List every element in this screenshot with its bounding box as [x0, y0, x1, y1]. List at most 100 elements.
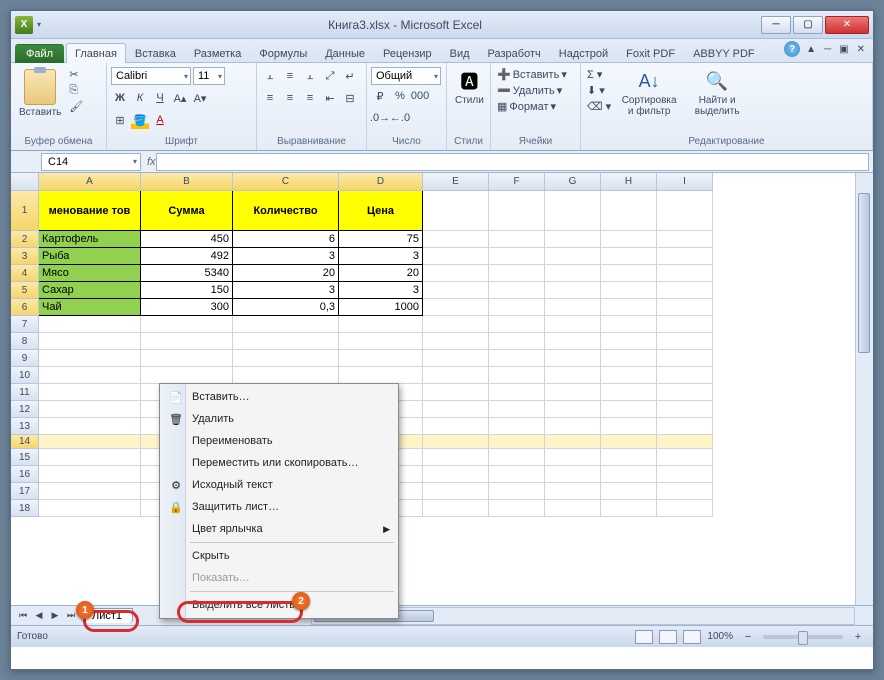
tab-addins[interactable]: Надстрой [550, 43, 617, 63]
row-header-10[interactable]: 10 [11, 367, 39, 384]
col-header-E[interactable]: E [423, 173, 489, 191]
cell[interactable]: 20 [339, 265, 423, 282]
cell[interactable] [141, 350, 233, 367]
format-painter-button[interactable]: 🖌 [67, 99, 85, 114]
cell[interactable]: 20 [233, 265, 339, 282]
font-name-combo[interactable]: Calibri [111, 67, 191, 85]
cell[interactable] [39, 367, 141, 384]
cell[interactable] [489, 384, 545, 401]
cell[interactable] [39, 401, 141, 418]
menu-protect[interactable]: 🔒Защитить лист… [162, 496, 396, 518]
row-header-2[interactable]: 2 [11, 231, 39, 248]
cell[interactable]: Цена [339, 191, 423, 231]
cell[interactable] [39, 483, 141, 500]
cell[interactable] [545, 299, 601, 316]
row-header-12[interactable]: 12 [11, 401, 39, 418]
cell[interactable] [39, 435, 141, 449]
row-header-7[interactable]: 7 [11, 316, 39, 333]
qat-dropdown[interactable]: ▾ [37, 20, 41, 29]
cell[interactable] [601, 449, 657, 466]
zoom-out-button[interactable]: − [739, 628, 757, 646]
cell[interactable] [233, 333, 339, 350]
row-header-14[interactable]: 14 [11, 435, 39, 449]
cell[interactable]: 5340 [141, 265, 233, 282]
cell[interactable] [601, 418, 657, 435]
cell[interactable] [601, 248, 657, 265]
font-color-button[interactable]: A [151, 111, 169, 129]
cell[interactable] [657, 299, 713, 316]
cell[interactable]: Сумма [141, 191, 233, 231]
cell[interactable] [339, 367, 423, 384]
cell[interactable] [489, 449, 545, 466]
doc-restore-icon[interactable]: ▣ [837, 42, 850, 57]
cell[interactable] [657, 435, 713, 449]
col-header-G[interactable]: G [545, 173, 601, 191]
cell[interactable] [489, 367, 545, 384]
clear-button[interactable]: ⌫ ▾ [585, 99, 613, 114]
cell[interactable] [141, 367, 233, 384]
view-pagebreak-button[interactable] [683, 630, 701, 644]
col-header-F[interactable]: F [489, 173, 545, 191]
cell[interactable] [489, 248, 545, 265]
col-header-B[interactable]: B [141, 173, 233, 191]
cell[interactable] [545, 449, 601, 466]
cell[interactable] [423, 435, 489, 449]
cell[interactable] [601, 316, 657, 333]
formula-input[interactable] [156, 153, 869, 171]
cell[interactable] [657, 418, 713, 435]
border-button[interactable]: ⊞ [111, 111, 129, 129]
tab-data[interactable]: Данные [316, 43, 374, 63]
cell[interactable] [423, 299, 489, 316]
close-button[interactable]: ✕ [825, 16, 869, 34]
cell[interactable] [489, 231, 545, 248]
sheet-nav-next[interactable]: ▶ [47, 608, 63, 624]
zoom-in-button[interactable]: + [849, 628, 867, 646]
cell[interactable]: Сахар [39, 282, 141, 299]
doc-close-icon[interactable]: ✕ [855, 42, 867, 57]
col-header-C[interactable]: C [233, 173, 339, 191]
row-header-18[interactable]: 18 [11, 500, 39, 517]
col-header-D[interactable]: D [339, 173, 423, 191]
col-header-A[interactable]: A [39, 173, 141, 191]
tab-foxit[interactable]: Foxit PDF [617, 43, 684, 63]
shrink-font-button[interactable]: A▾ [191, 89, 209, 107]
row-header-1[interactable]: 1 [11, 191, 39, 231]
ribbon-minimize-icon[interactable]: ▲ [804, 42, 818, 57]
tab-view[interactable]: Вид [441, 43, 479, 63]
inc-decimal-button[interactable]: .0→ [371, 109, 389, 127]
tab-review[interactable]: Рецензир [374, 43, 441, 63]
cell[interactable] [489, 418, 545, 435]
cell[interactable] [545, 435, 601, 449]
tab-developer[interactable]: Разработч [479, 43, 550, 63]
align-left-button[interactable]: ≡ [261, 89, 279, 107]
cell[interactable] [601, 384, 657, 401]
cell[interactable] [545, 367, 601, 384]
view-layout-button[interactable] [659, 630, 677, 644]
row-header-15[interactable]: 15 [11, 449, 39, 466]
zoom-slider[interactable] [763, 635, 843, 639]
cell[interactable] [601, 191, 657, 231]
vertical-scrollbar[interactable] [855, 173, 873, 605]
cell[interactable]: Количество [233, 191, 339, 231]
cell[interactable] [489, 500, 545, 517]
menu-delete[interactable]: 🗑Удалить [162, 408, 396, 430]
cell[interactable] [39, 500, 141, 517]
menu-rename[interactable]: Переименовать [162, 430, 396, 452]
percent-button[interactable]: % [391, 87, 409, 105]
copy-button[interactable]: ⎘ [67, 83, 85, 98]
cell[interactable]: 450 [141, 231, 233, 248]
row-header-5[interactable]: 5 [11, 282, 39, 299]
cell[interactable] [489, 191, 545, 231]
indent-dec-button[interactable]: ⇤ [321, 89, 339, 107]
align-top-button[interactable]: ⫠ [261, 67, 279, 85]
cell[interactable] [39, 466, 141, 483]
view-normal-button[interactable] [635, 630, 653, 644]
tab-file[interactable]: Файл [15, 44, 64, 63]
cell[interactable] [489, 401, 545, 418]
cell[interactable] [423, 367, 489, 384]
cell[interactable]: Чай [39, 299, 141, 316]
select-all-corner[interactable] [11, 173, 39, 191]
find-select-button[interactable]: 🔍Найти и выделить [685, 67, 749, 119]
cell[interactable] [545, 248, 601, 265]
row-header-16[interactable]: 16 [11, 466, 39, 483]
